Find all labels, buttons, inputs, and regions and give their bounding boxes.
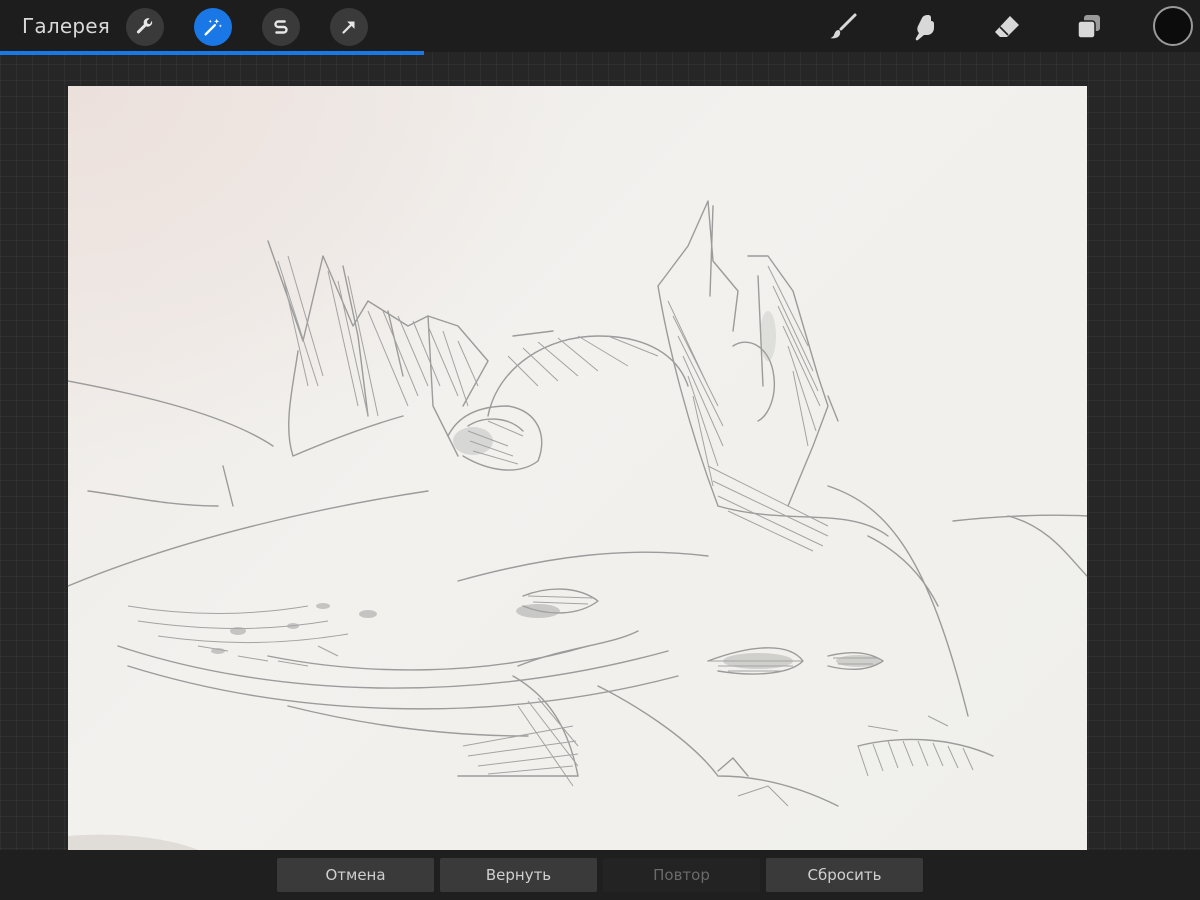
- reset-button[interactable]: Сбросить: [766, 858, 923, 892]
- transform-arrow-icon: [342, 21, 355, 34]
- layers-icon: [1077, 15, 1100, 39]
- selection-s-icon: [274, 20, 288, 34]
- revert-button[interactable]: Вернуть: [440, 858, 597, 892]
- progress-bar: [0, 51, 424, 55]
- color-picker-button[interactable]: [1153, 6, 1193, 46]
- brush-icon: [830, 13, 857, 39]
- selection-button[interactable]: [262, 8, 300, 46]
- transform-button[interactable]: [330, 8, 368, 46]
- cancel-button[interactable]: Отмена: [277, 858, 434, 892]
- eraser-icon: [995, 16, 1019, 37]
- layers-button[interactable]: [1072, 10, 1106, 44]
- gallery-button[interactable]: Галерея: [22, 14, 110, 38]
- wrench-icon: [136, 18, 153, 34]
- eraser-tool-button[interactable]: [990, 10, 1024, 44]
- bottom-action-bar: [0, 850, 1200, 900]
- redo-button[interactable]: Повтор: [603, 858, 760, 892]
- brush-tool-button[interactable]: [826, 10, 860, 44]
- smudge-icon: [915, 15, 934, 41]
- magic-wand-icon: [204, 18, 222, 36]
- actions-wrench-button[interactable]: [126, 8, 164, 46]
- adjustments-magic-wand-button[interactable]: [194, 8, 232, 46]
- smudge-tool-button[interactable]: [908, 10, 942, 44]
- sketch-artwork: [68, 200, 1087, 850]
- drawing-canvas[interactable]: [68, 86, 1087, 850]
